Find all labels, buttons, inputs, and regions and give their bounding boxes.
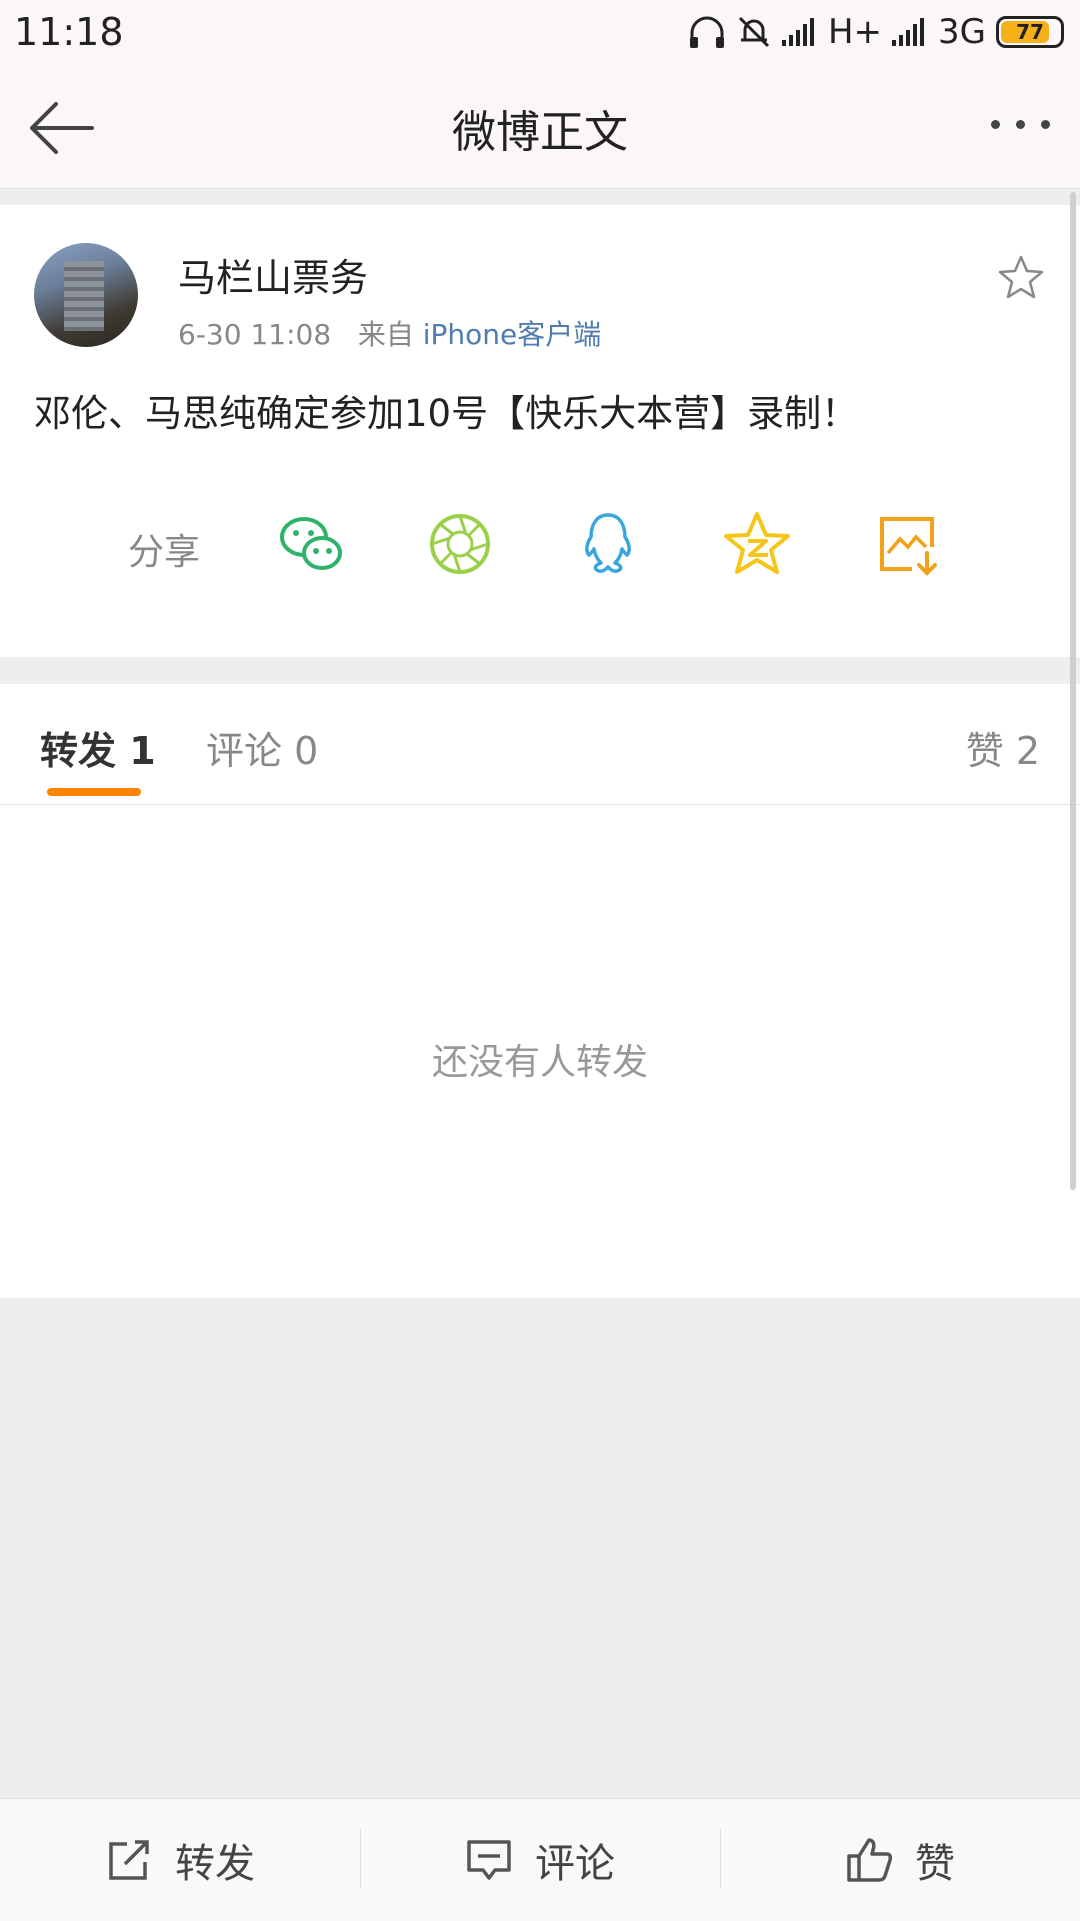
battery-icon: 77 bbox=[996, 16, 1064, 48]
wechat-icon[interactable] bbox=[276, 509, 346, 579]
source-prefix: 来自 bbox=[357, 318, 414, 351]
repost-label: 转发 bbox=[175, 1841, 255, 1887]
save-image-icon[interactable] bbox=[872, 509, 942, 579]
comment-icon bbox=[467, 1840, 511, 1880]
status-bar: 11:18 H+ 3G 77 bbox=[0, 0, 1080, 70]
author-name[interactable]: 马栏山票务 bbox=[178, 247, 368, 302]
active-tab-indicator bbox=[47, 788, 141, 796]
network-type-2: 3G bbox=[938, 12, 986, 52]
status-icons: H+ 3G 77 bbox=[688, 12, 1064, 52]
bottom-toolbar: 转发 评论 赞 bbox=[0, 1798, 1080, 1921]
mute-bell-icon bbox=[738, 16, 770, 48]
post-card: 马栏山票务 6-30 11:08 来自 iPhone客户端 邓伦、马思纯确定参加… bbox=[0, 205, 1080, 657]
thumbs-up-icon bbox=[847, 1838, 893, 1882]
qq-icon[interactable] bbox=[573, 509, 643, 579]
moments-icon[interactable] bbox=[425, 509, 495, 579]
signal-icon bbox=[781, 18, 814, 46]
nav-bar: 微博正文 bbox=[0, 70, 1080, 189]
post-meta: 6-30 11:08 来自 iPhone客户端 bbox=[178, 313, 601, 353]
repost-list: 还没有人转发 bbox=[0, 805, 1080, 1298]
share-row: 分享 bbox=[0, 505, 1080, 585]
network-type-1: H+ bbox=[827, 12, 883, 52]
share-label: 分享 bbox=[128, 532, 201, 573]
tab-bar: 转发 1 评论 0 赞 2 bbox=[0, 684, 1080, 805]
comment-label: 评论 bbox=[535, 1841, 615, 1887]
favorite-star-icon[interactable] bbox=[996, 253, 1046, 303]
qzone-icon[interactable] bbox=[722, 509, 792, 579]
scrollbar[interactable] bbox=[1070, 192, 1076, 1190]
page-title: 微博正文 bbox=[452, 107, 628, 158]
battery-level: 77 bbox=[1016, 20, 1044, 44]
repost-icon bbox=[109, 1840, 149, 1880]
post-time: 6-30 11:08 bbox=[178, 318, 332, 351]
repost-button[interactable]: 转发 bbox=[0, 1799, 360, 1921]
headphones-icon bbox=[689, 16, 724, 48]
comment-button[interactable]: 评论 bbox=[360, 1799, 720, 1921]
status-time: 11:18 bbox=[14, 10, 124, 54]
avatar[interactable] bbox=[34, 243, 138, 347]
post-source[interactable]: iPhone客户端 bbox=[423, 318, 602, 351]
empty-state-text: 还没有人转发 bbox=[431, 1042, 648, 1083]
like-button[interactable]: 赞 bbox=[720, 1799, 1080, 1921]
post-text: 邓伦、马思纯确定参加10号【快乐大本营】录制！ bbox=[34, 392, 859, 435]
like-label: 赞 bbox=[915, 1841, 955, 1887]
tab-repost[interactable]: 转发 1 bbox=[40, 720, 156, 775]
more-options-icon[interactable] bbox=[991, 120, 1050, 129]
tab-comment[interactable]: 评论 0 bbox=[206, 720, 318, 775]
tab-like[interactable]: 赞 2 bbox=[966, 720, 1040, 775]
signal-icon bbox=[892, 18, 925, 46]
